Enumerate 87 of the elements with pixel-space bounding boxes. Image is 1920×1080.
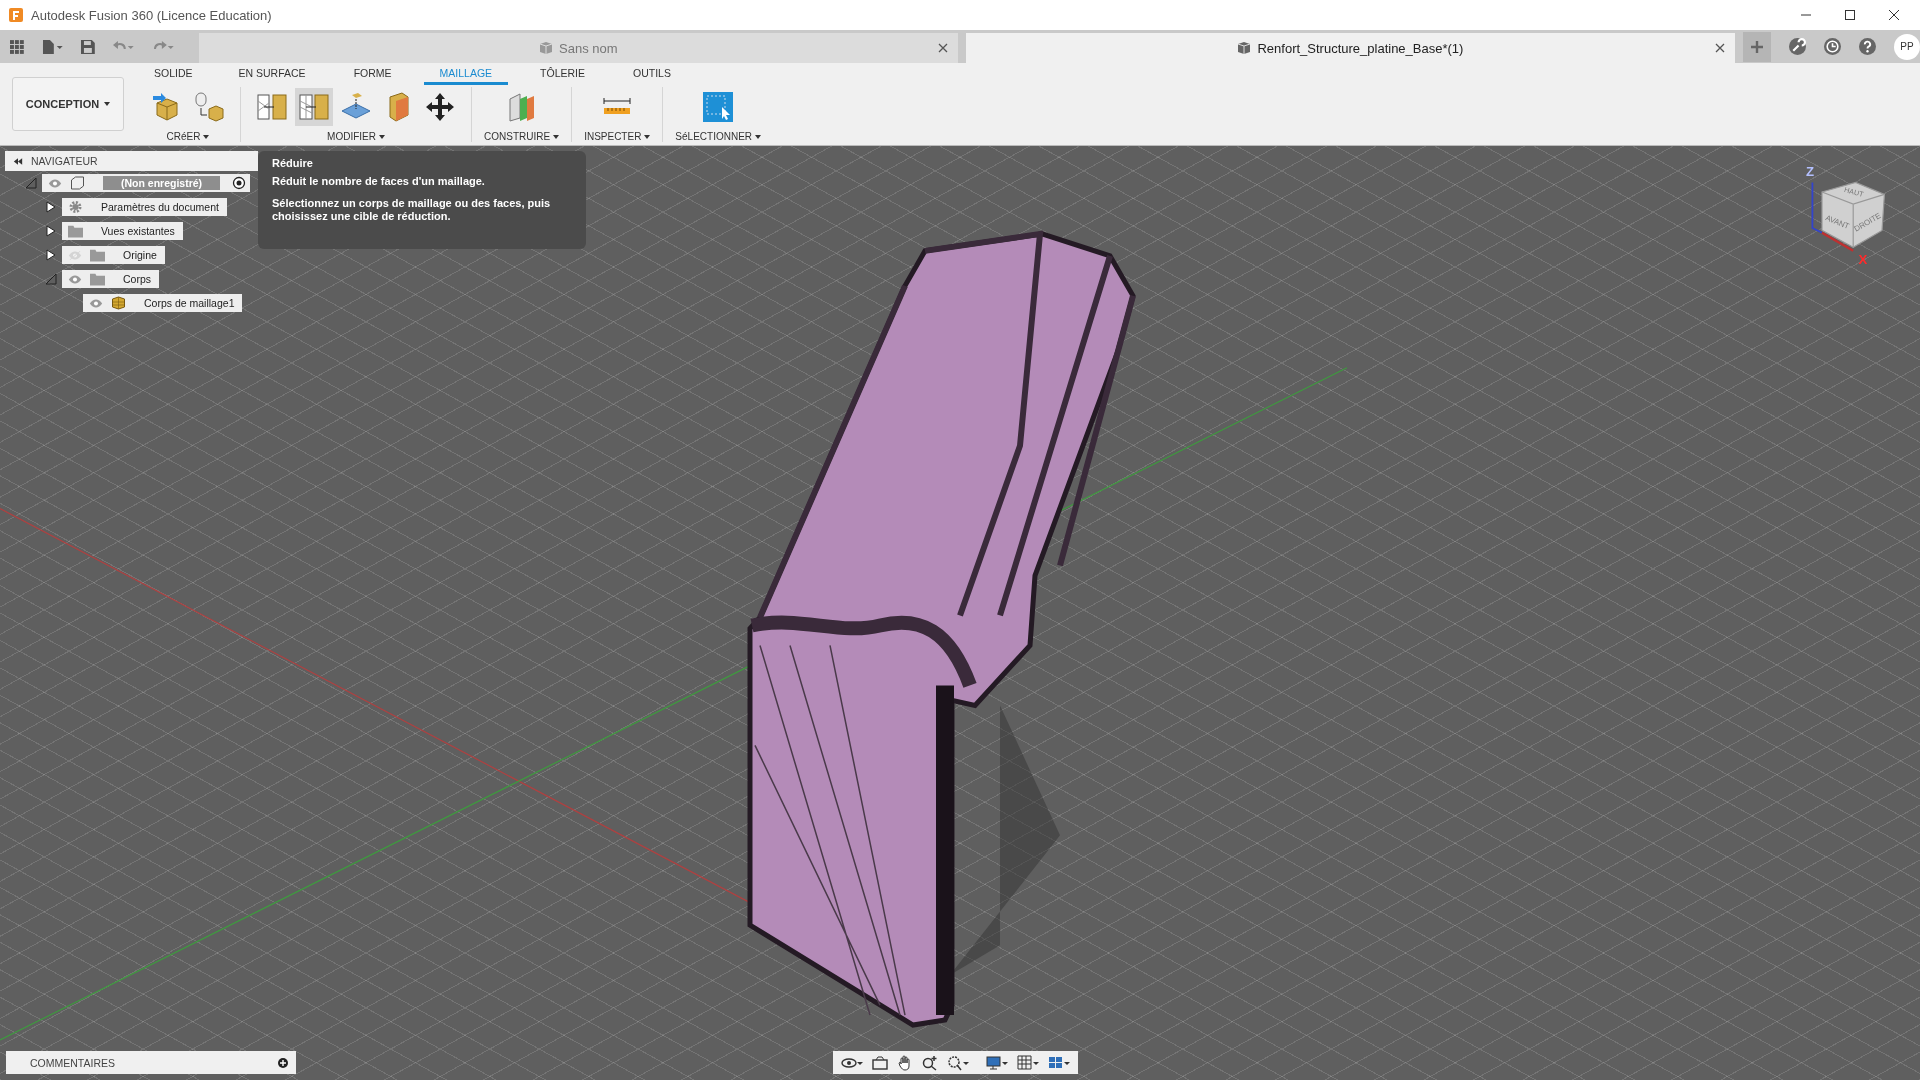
zoom-window-icon[interactable] [947,1054,969,1071]
eye-icon[interactable] [68,274,82,284]
group-dropdown[interactable]: MODIFIER [327,131,385,142]
new-tab-button[interactable] [1743,31,1771,62]
camera-icon[interactable] [872,1054,888,1071]
group-dropdown[interactable]: SéLECTIONNER [675,131,762,142]
expand-toggle-icon[interactable] [25,177,37,189]
app-logo-icon [9,8,23,22]
tree-item-label: Vues existantes [101,225,175,237]
z-axis-line [1811,181,1823,234]
folder-icon [90,248,105,262]
tab-label: Sans nom [559,40,618,56]
active-target-icon[interactable] [228,174,251,192]
group-dropdown[interactable]: INSPECTER [584,131,651,142]
tree-item-label: Origine [123,249,157,261]
group-dropdown[interactable]: CONSTRUIRE [484,131,560,142]
caret-icon [553,134,560,139]
expand-toggle-icon[interactable] [45,249,57,261]
folder-icon [90,272,105,286]
view-cube[interactable] [1821,181,1886,248]
reduce-icon [298,91,330,123]
move-icon [424,91,456,123]
expand-toggle-icon[interactable] [45,273,57,285]
eye-icon[interactable] [48,178,62,188]
navigator-title: NAVIGATEUR [31,155,98,167]
cube-icon [1237,41,1252,55]
cube-icon [539,41,553,55]
tooltip-instruction: Sélectionnez un corps de maillage ou des faces, puis choisissez une cible de réduction. [272,197,552,224]
tree-item[interactable]: Corps [62,270,159,288]
tree-item-label: Paramètres du document [101,201,219,213]
ribbon-tab[interactable]: FORME [337,67,408,85]
tooltip-title: Réduire [272,157,314,169]
caret-icon [378,134,385,139]
zoom-icon[interactable] [922,1054,938,1071]
tree-item[interactable]: Paramètres du document [62,198,227,216]
select-icon [702,91,735,123]
expand-toggle-icon[interactable] [45,201,57,213]
ribbon-tab[interactable]: SOLIDE [150,67,209,85]
caret-icon [755,134,762,139]
display-icon[interactable] [986,1054,1008,1071]
viewports-icon[interactable] [1048,1054,1070,1071]
clock-icon[interactable] [1824,38,1841,55]
close-icon[interactable] [1888,9,1900,21]
extensions-icon[interactable] [1789,38,1806,55]
tree-item-label: Corps [123,273,151,285]
help-icon[interactable] [1859,38,1876,55]
group-dropdown[interactable]: CRéER [166,131,210,142]
comments-label: COMMENTAIRES [30,1056,115,1069]
grid-icon[interactable] [1017,1054,1039,1071]
tab-label: Renfort_Structure_platine_Base*(1) [1257,40,1464,56]
maximize-icon[interactable] [1844,9,1856,21]
save-icon[interactable] [81,39,96,54]
close-tab-icon[interactable] [937,43,948,53]
convert-mesh-icon [193,91,225,123]
collapse-icon[interactable] [13,157,23,165]
caret-icon [203,134,210,139]
mesh-body-icon [111,296,126,310]
document-icon [70,176,85,190]
folder-icon [68,224,83,238]
tree-item[interactable]: Origine [62,246,165,264]
add-comment-icon[interactable] [278,1057,288,1068]
tree-item[interactable]: Corps de maillage1 [83,294,243,312]
file-icon[interactable] [41,39,64,54]
close-tab-icon[interactable] [1715,43,1725,53]
apps-grid-icon[interactable] [10,39,24,54]
caret-icon [644,134,651,139]
axis-label: X [1858,252,1868,267]
user-avatar[interactable]: PP [1894,33,1920,60]
remesh-icon [256,91,288,123]
document-tab[interactable]: Renfort_Structure_platine_Base*(1) [965,33,1735,63]
workspace-dropdown[interactable]: CONCEPTION [12,77,124,131]
pan-hand-icon[interactable] [897,1054,913,1071]
ribbon-tab[interactable]: TÔLERIE [524,67,601,85]
plus-icon [1750,39,1764,54]
ribbon-tab[interactable]: OUTILS [617,67,687,85]
ribbon-tab[interactable]: EN SURFACE [222,67,322,85]
axis-label: Z [1805,164,1815,180]
gear-icon [68,200,83,214]
tooltip-description: Réduit le nombre de faces d'un maillage. [272,175,486,189]
eye-icon[interactable] [89,298,103,308]
tree-item-label: Corps de maillage1 [144,297,235,309]
tree-item[interactable]: Vues existantes [62,222,183,240]
caret-icon [104,102,111,106]
x-axis-line [1821,231,1854,252]
expand-toggle-icon[interactable] [45,225,57,237]
tree-item-label: (Non enregistré) [103,176,221,190]
window-title: Autodesk Fusion 360 (Licence Education) [31,7,272,23]
